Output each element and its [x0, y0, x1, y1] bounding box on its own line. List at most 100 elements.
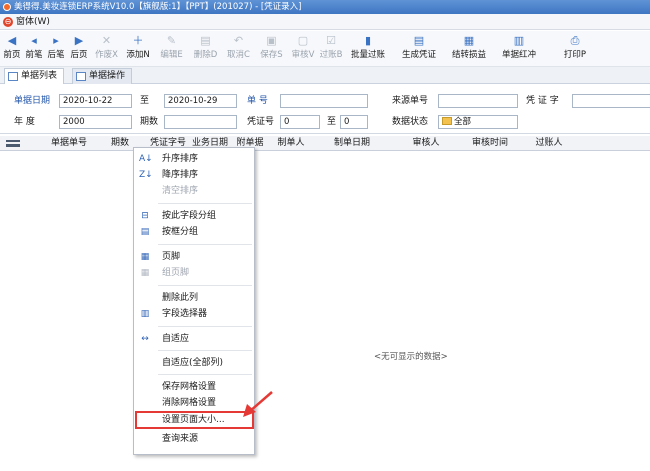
date-to-label: 至 — [140, 96, 150, 106]
source-no-input[interactable] — [438, 94, 518, 108]
group-by-field-icon: ⊟ — [141, 211, 149, 221]
toolbar-button-edit[interactable]: ✎ 编辑E — [156, 33, 187, 65]
status-value: 全部 — [454, 117, 472, 127]
menu-item[interactable]: ▦ 组页脚 — [135, 265, 254, 281]
source-no-label: 来源单号 — [392, 96, 429, 106]
menu-item-label: 降序排序 — [162, 170, 199, 180]
toolbar-button-save[interactable]: ▣ 保存S — [256, 33, 287, 65]
voucher-no-from-input[interactable] — [280, 115, 320, 129]
menu-item[interactable]: A↓ 升序排序 — [135, 151, 254, 167]
column-header[interactable]: 审核人 — [392, 136, 460, 151]
menu-item-label: 自适应 — [162, 334, 190, 344]
sort-asc-icon: A↓ — [139, 154, 153, 164]
prev-icon: ◂ — [31, 34, 37, 47]
toolbar-button-first[interactable]: ◀ 前页 — [3, 33, 21, 65]
menu-window[interactable]: 窗体(W) — [16, 16, 50, 28]
menu-separator — [158, 350, 252, 351]
period-input[interactable] — [164, 115, 237, 129]
window-titlebar: 美得得.美妆连锁ERP系统V10.0【旗舰版:1】【PPT】(201027) -… — [0, 0, 650, 14]
add-icon: ＋ — [132, 34, 144, 47]
menu-item[interactable]: 清空排序 — [135, 183, 254, 199]
voucher-word-input[interactable] — [572, 94, 650, 108]
column-header[interactable]: 单据单号 — [30, 136, 108, 151]
voucher-no-label: 凭证号 — [247, 117, 275, 127]
menu-item[interactable]: ⊟ 按此字段分组 — [135, 208, 254, 224]
toolbar-button-red-reverse[interactable]: ▥ 单据红冲 — [495, 33, 543, 65]
toolbar-button-next[interactable]: ▸ 后笔 — [45, 33, 67, 65]
menu-item[interactable]: ↔ 自适应 — [135, 331, 254, 347]
toolbar-button-last[interactable]: ▶ 后页 — [68, 33, 90, 65]
toolbar-button-prev[interactable]: ◂ 前笔 — [24, 33, 44, 65]
menu-item-label: 清空排序 — [162, 186, 199, 196]
column-header[interactable]: 制单日期 — [312, 136, 392, 151]
menu-item-label: 保存网格设置 — [162, 382, 217, 392]
footer-icon: ▦ — [140, 252, 150, 262]
filter-panel: 单据日期 至 单 号 来源单号 凭 证 字 年 度 期数 凭证号 至 数据状态 … — [0, 84, 650, 134]
red-reverse-icon: ▥ — [513, 34, 525, 47]
app-icon — [3, 3, 11, 11]
tab-bar: 单据列表 单据操作 — [0, 67, 650, 85]
toolbar-button-label: 批量过账 — [350, 50, 385, 60]
year-label: 年 度 — [14, 117, 35, 127]
menu-item[interactable]: 消除网格设置 — [135, 395, 254, 411]
tab-doc-list[interactable]: 单据列表 — [4, 68, 65, 85]
toolbar-button-undo[interactable]: ↶ 取消C — [223, 33, 254, 65]
date-from-input[interactable] — [59, 94, 132, 108]
toolbar-button-label: 编辑E — [160, 50, 183, 60]
toolbar-button-void[interactable]: ✕ 作废X — [93, 33, 120, 65]
menu-separator — [158, 203, 252, 204]
toolbar-button-print[interactable]: ⎙ 打印P — [545, 33, 605, 65]
date-label: 单据日期 — [14, 96, 51, 106]
first-icon: ◀ — [7, 34, 17, 47]
menu-item[interactable]: 自适应(全部列) — [135, 355, 254, 371]
menu-item[interactable]: ▦ 页脚 — [135, 249, 254, 265]
menu-item[interactable]: ▤ 按框分组 — [135, 224, 254, 240]
menu-item-label: 升序排序 — [162, 154, 199, 164]
toolbar-button-voucher[interactable]: ▤ 生成凭证 — [395, 33, 443, 65]
menu-item[interactable]: 查询来源 — [135, 431, 254, 447]
status-select[interactable]: 全部 — [438, 115, 518, 129]
menu-item-label: 删除此列 — [162, 293, 199, 303]
menu-item-label: 查询来源 — [162, 434, 199, 444]
menu-item-label: 自适应(全部列) — [162, 358, 224, 368]
column-header[interactable]: 审核时间 — [460, 136, 520, 151]
toolbar-button-carry-forward[interactable]: ▦ 结转损益 — [445, 33, 493, 65]
toolbar-button-delete[interactable]: ▤ 删除D — [190, 33, 221, 65]
grid-context-menu: A↓ 升序排序 Z↓ 降序排序 清空排序 ⊟ 按此字段分组 ▤ 按框分组 ▦ 页脚 ▦ 组页脚 删除此列 ▥… — [133, 147, 255, 455]
year-input[interactable] — [59, 115, 132, 129]
doc-no-input[interactable] — [280, 94, 368, 108]
column-header[interactable]: 制单人 — [270, 136, 312, 151]
toolbar-button-add[interactable]: ＋ 添加N — [123, 33, 153, 65]
date-to-input[interactable] — [164, 94, 237, 108]
voucher-no-to-input[interactable] — [340, 115, 368, 129]
menu-item-label: 消除网格设置 — [162, 398, 217, 408]
toolbar-button-batch-post[interactable]: ▮ 批量过账 — [344, 33, 392, 65]
sort-desc-icon: Z↓ — [139, 170, 153, 180]
tab-doc-operations[interactable]: 单据操作 — [72, 68, 133, 84]
menu-separator — [158, 285, 252, 286]
voucher-word-label: 凭 证 字 — [526, 96, 559, 106]
post-icon: ☑ — [326, 34, 336, 47]
status-label: 数据状态 — [392, 117, 429, 127]
menu-item[interactable]: 保存网格设置 — [135, 379, 254, 395]
menu-item[interactable]: 删除此列 — [135, 290, 254, 306]
menu-item-label: 字段选择器 — [162, 309, 208, 319]
toolbar-button-post[interactable]: ☑ 过账B — [318, 33, 344, 65]
window-menu-icon[interactable]: ⊖ — [3, 17, 13, 27]
menu-item-label: 组页脚 — [162, 268, 190, 278]
column-header[interactable]: 过账人 — [520, 136, 578, 151]
menu-item[interactable]: 设置页面大小... — [135, 411, 254, 429]
edit-icon: ✎ — [166, 34, 177, 47]
grid-body[interactable] — [0, 151, 650, 471]
folder-icon — [442, 117, 452, 125]
menu-item[interactable]: Z↓ 降序排序 — [135, 167, 254, 183]
next-icon: ▸ — [53, 34, 59, 47]
menu-item[interactable]: ▥ 字段选择器 — [135, 306, 254, 322]
voucher-icon: ▤ — [413, 34, 425, 47]
toolbar-button-label: 添加N — [126, 50, 150, 60]
grid-menu-icon[interactable] — [6, 140, 20, 147]
toolbar-button-label: 生成凭证 — [401, 50, 436, 60]
menu-separator — [158, 374, 252, 375]
toolbar-button-audit[interactable]: ▢ 审核V — [290, 33, 316, 65]
print-icon: ⎙ — [570, 34, 580, 47]
